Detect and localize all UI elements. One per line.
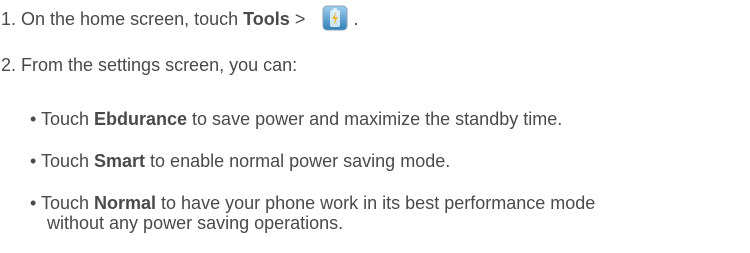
- bullet-smart: • Touch Smart to enable normal power sav…: [30, 150, 450, 172]
- bullet-1-suffix: to save power and maximize the standby t…: [187, 109, 563, 129]
- normal-label: Normal: [94, 193, 157, 213]
- step-2: 2. From the settings screen, you can:: [1, 54, 297, 76]
- bullet-3-continuation: without any power saving operations.: [47, 213, 344, 233]
- bullet-3-prefix: • Touch: [30, 193, 95, 213]
- step-2-text: 2. From the settings screen, you can:: [1, 55, 298, 75]
- bullet-2-prefix: • Touch: [30, 151, 95, 171]
- step-1-separator: >: [289, 9, 311, 29]
- bullet-1-prefix: • Touch: [30, 109, 95, 129]
- smart-label: Smart: [94, 151, 146, 171]
- bullet-normal-continuation: without any power saving operations.: [47, 212, 343, 234]
- step-1-end: .: [348, 9, 359, 29]
- step-1: 1. On the home screen, touch Tools > .: [1, 5, 358, 31]
- battery-manager-icon: [322, 5, 348, 31]
- ebdurance-label: Ebdurance: [94, 109, 188, 129]
- tools-label: Tools: [243, 9, 290, 29]
- bullet-normal: • Touch Normal to have your phone work i…: [30, 192, 595, 214]
- bullet-2-suffix: to enable normal power saving mode.: [145, 151, 451, 171]
- step-1-prefix: 1. On the home screen, touch: [1, 9, 244, 29]
- bullet-endurance: • Touch Ebdurance to save power and maxi…: [30, 108, 562, 130]
- bullet-3-suffix: to have your phone work in its best perf…: [156, 193, 596, 213]
